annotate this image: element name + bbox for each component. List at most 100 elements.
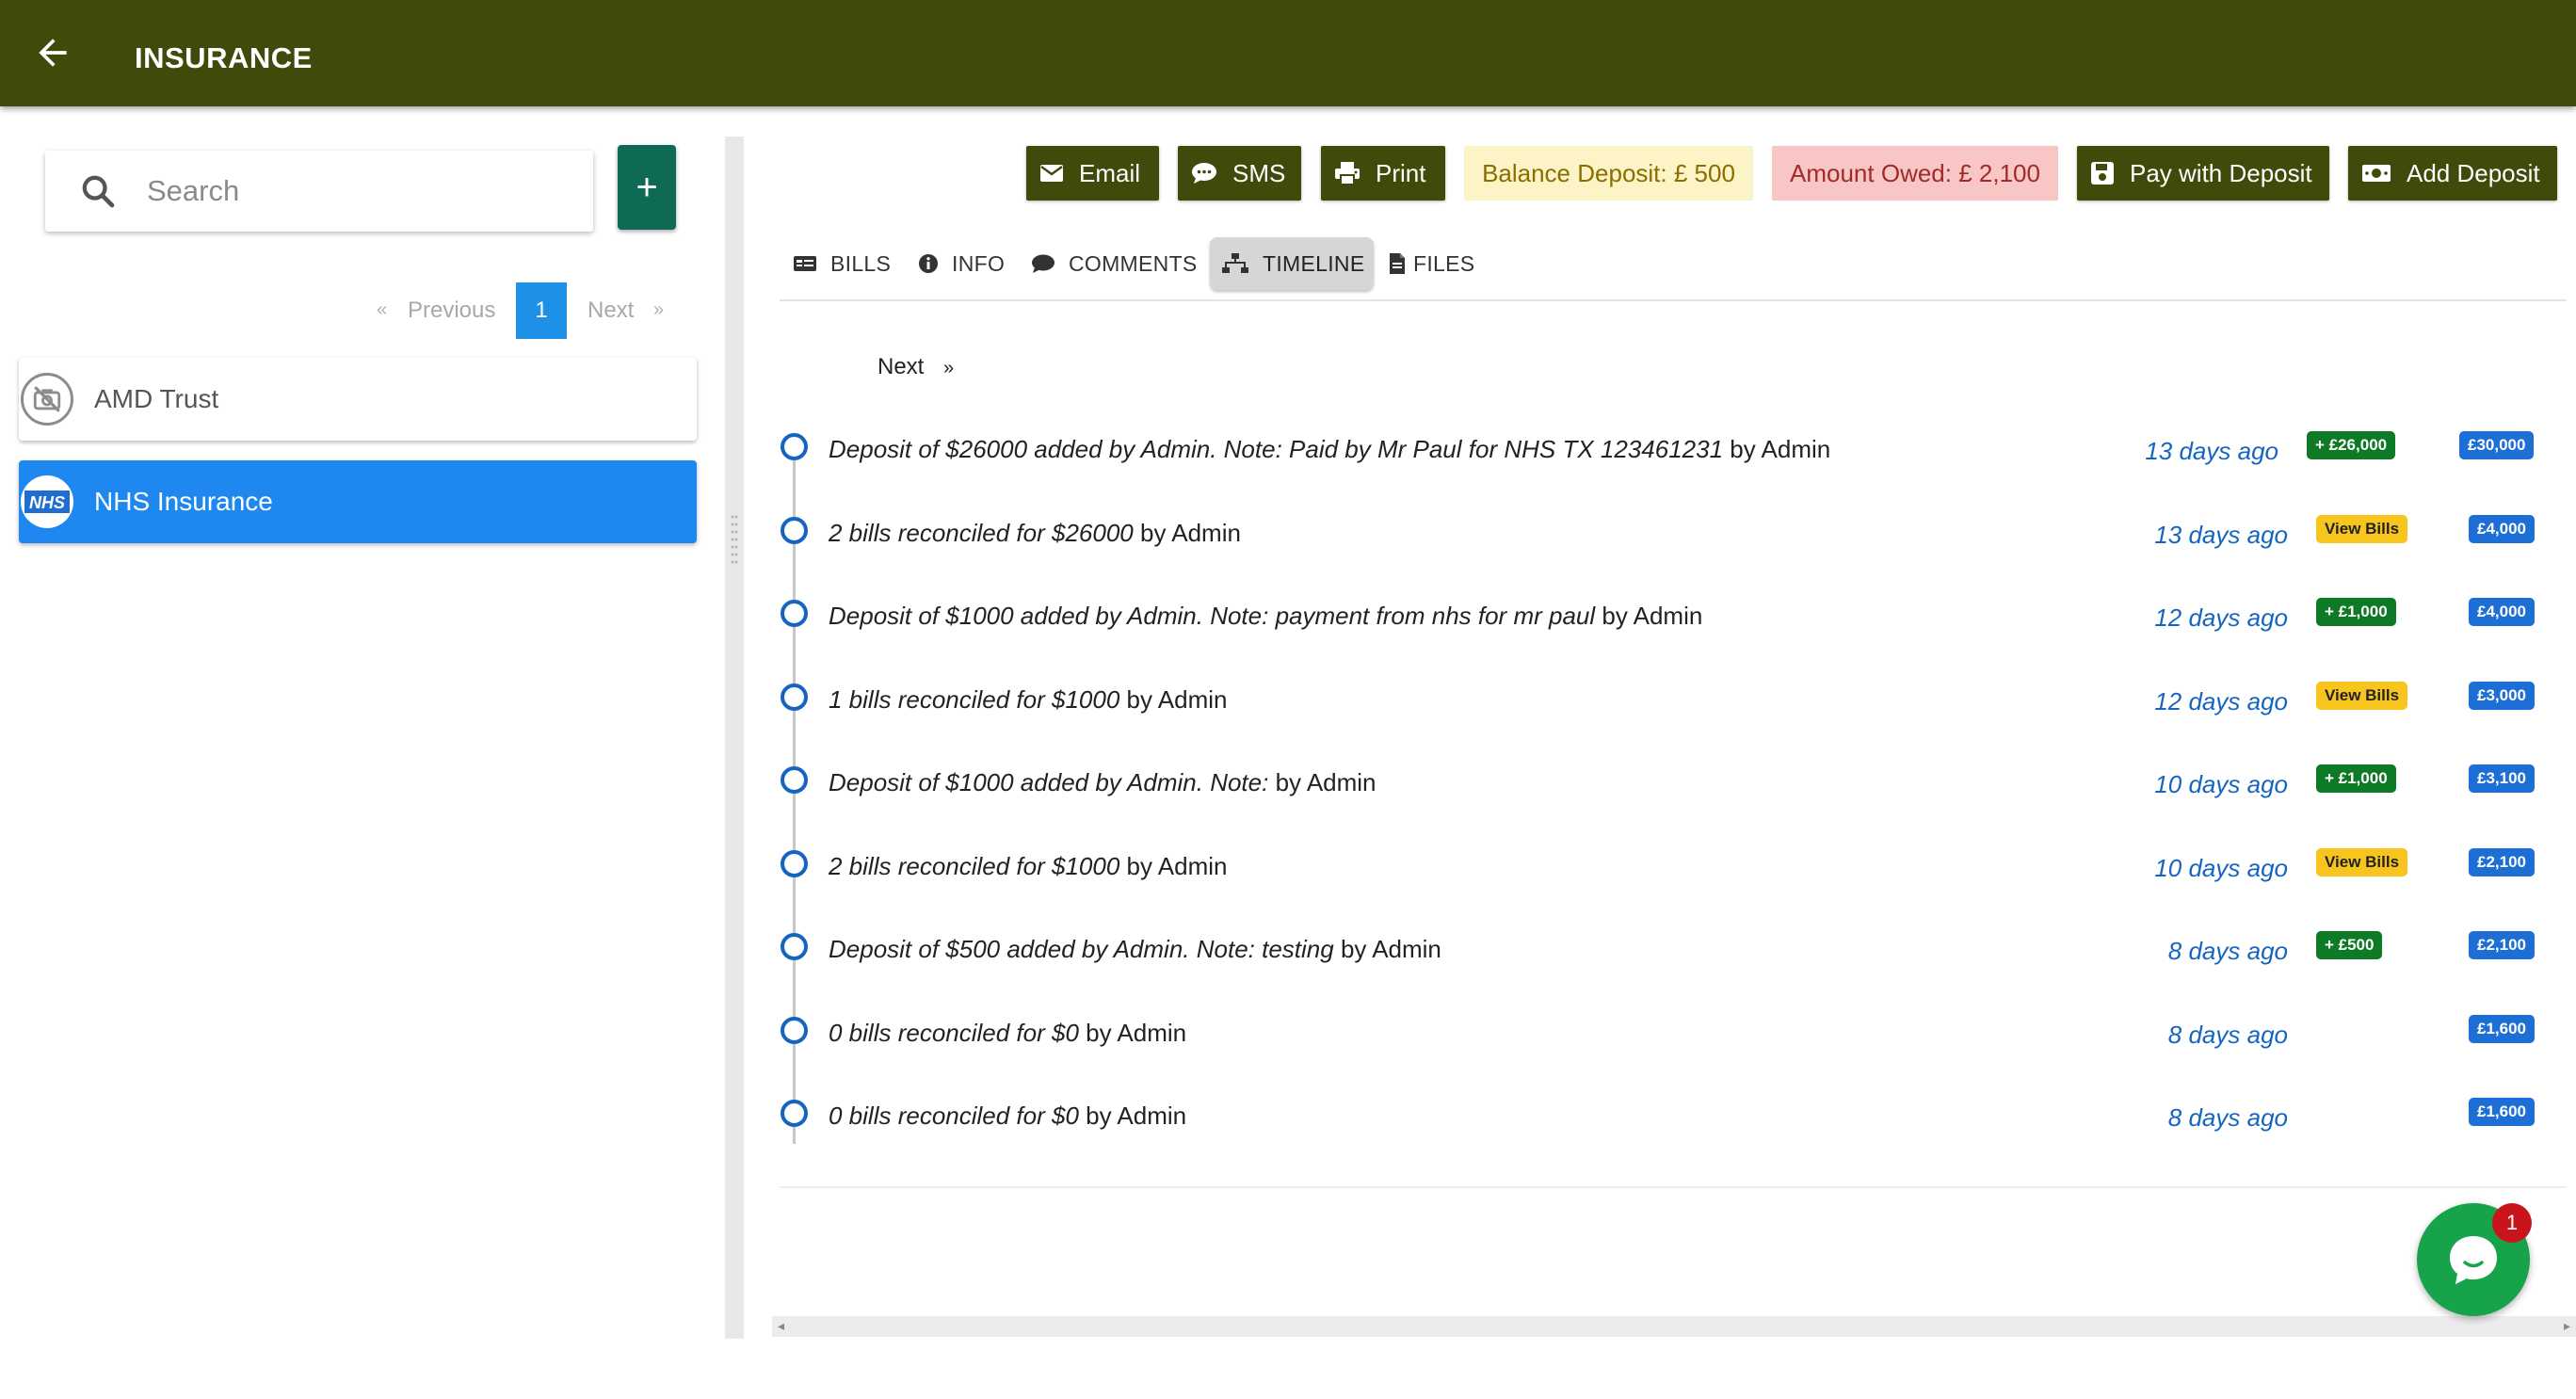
search-icon — [82, 175, 115, 208]
running-balance-badge: £30,000 — [2459, 431, 2535, 459]
account-name: NHS Insurance — [94, 487, 273, 516]
timeline-item-text: 2 bills reconciled for $26000 by Admin — [829, 519, 1241, 548]
running-balance-badge: £3,100 — [2469, 764, 2535, 793]
timeline-item-author: by Admin — [1333, 935, 1441, 963]
timeline-item-time: 8 days ago — [2167, 1021, 2288, 1049]
timeline-item-description: 0 bills reconciled for $0 — [829, 1102, 1079, 1130]
timeline-dot — [781, 850, 808, 877]
content-divider — [780, 1186, 2567, 1188]
info-icon — [918, 253, 939, 274]
comment-icon — [1031, 253, 1055, 274]
timeline-item-text: 2 bills reconciled for $1000 by Admin — [829, 852, 1227, 881]
timeline-dot — [781, 933, 808, 960]
tab-files-label: FILES — [1413, 250, 1475, 276]
bills-icon — [793, 254, 817, 273]
timeline-dot — [781, 1017, 808, 1044]
timeline-item-text: Deposit of $1000 added by Admin. Note: p… — [829, 602, 1702, 631]
tab-info[interactable]: INFO — [918, 237, 1005, 290]
running-balance-badge: £2,100 — [2469, 848, 2535, 876]
timeline-item-description: 0 bills reconciled for $0 — [829, 1019, 1079, 1047]
pagination-previous[interactable]: Previous — [408, 297, 495, 324]
timeline-item: Deposit of $500 added by Admin. Note: te… — [0, 931, 2576, 969]
sms-icon — [1191, 162, 1217, 185]
timeline-item: 0 bills reconciled for $0 by Admin 8 days… — [0, 1015, 2576, 1053]
timeline-item-text: 1 bills reconciled for $1000 by Admin — [829, 685, 1227, 715]
timeline-item: 2 bills reconciled for $26000 by Admin 13… — [0, 515, 2576, 553]
amount-owed-text: Amount Owed: £ 2,100 — [1790, 158, 2040, 187]
timeline-item: Deposit of $1000 added by Admin. Note: p… — [0, 598, 2576, 635]
tab-timeline-label: TIMELINE — [1263, 250, 1365, 276]
save-icon — [2090, 161, 2115, 185]
chat-unread-badge: 1 — [2492, 1203, 2532, 1243]
timeline-item: Deposit of $1000 added by Admin. Note: b… — [0, 764, 2576, 802]
pagination-prev-arrow: « — [377, 299, 388, 320]
chat-bubble-icon — [2450, 1236, 2497, 1284]
timeline-dot — [781, 766, 808, 794]
timeline-item-time: 8 days ago — [2167, 937, 2288, 965]
panel-divider[interactable] — [725, 137, 744, 1339]
pagination-next[interactable]: Next — [588, 297, 634, 324]
search-input[interactable] — [147, 168, 571, 215]
pagination-page-1[interactable]: 1 — [516, 282, 567, 339]
timeline-item: 0 bills reconciled for $0 by Admin 8 days… — [0, 1098, 2576, 1135]
add-account-button[interactable]: + — [618, 145, 676, 230]
view-bills-button[interactable]: View Bills — [2316, 848, 2408, 876]
no-photo-icon — [21, 373, 73, 426]
timeline-dot — [781, 683, 808, 711]
timeline-item-time: 13 days ago — [2154, 521, 2288, 549]
tab-timeline[interactable]: TIMELINE — [1210, 237, 1374, 290]
timeline-dot — [781, 600, 808, 627]
printer-icon — [1334, 161, 1360, 185]
timeline-next-link[interactable]: Next — [877, 354, 924, 380]
tab-comments[interactable]: COMMENTS — [1031, 237, 1198, 290]
timeline-item-author: by Admin — [1133, 519, 1241, 547]
deposit-amount-badge: + £500 — [2316, 931, 2383, 959]
timeline-item-text: Deposit of $500 added by Admin. Note: te… — [829, 935, 1441, 964]
deposit-amount-badge: + £1,000 — [2316, 598, 2396, 626]
timeline-item-author: by Admin — [1119, 852, 1228, 880]
running-balance-badge: £1,600 — [2469, 1098, 2535, 1126]
timeline-item-text: 0 bills reconciled for $0 by Admin — [829, 1102, 1186, 1131]
print-button-label: Print — [1376, 158, 1426, 187]
tab-bills[interactable]: BILLS — [793, 237, 891, 290]
timeline-item-time: 10 days ago — [2154, 854, 2288, 882]
timeline-item: 2 bills reconciled for $1000 by Admin 10 … — [0, 848, 2576, 886]
horizontal-scrollbar[interactable]: ◂ ▸ — [772, 1316, 2576, 1337]
sitemap-icon — [1221, 252, 1249, 275]
timeline-item-description: 1 bills reconciled for $1000 — [829, 685, 1120, 714]
scroll-left-icon[interactable]: ◂ — [778, 1318, 784, 1334]
amount-owed-badge: Amount Owed: £ 2,100 — [1772, 146, 2058, 201]
timeline-item-description: Deposit of $1000 added by Admin. Note: p… — [829, 602, 1596, 630]
add-deposit-button[interactable]: Add Deposit — [2348, 146, 2557, 201]
money-bill-icon — [2361, 163, 2391, 184]
running-balance-badge: £2,100 — [2469, 931, 2535, 959]
pay-with-deposit-button[interactable]: Pay with Deposit — [2077, 146, 2329, 201]
email-button[interactable]: Email — [1026, 146, 1159, 201]
tab-comments-label: COMMENTS — [1069, 250, 1198, 276]
timeline-item-description: Deposit of $1000 added by Admin. Note: — [829, 768, 1269, 796]
tab-files[interactable]: FILES — [1389, 237, 1474, 290]
timeline-item-author: by Admin — [1595, 602, 1703, 630]
sms-button-label: SMS — [1232, 158, 1286, 187]
arrow-left-icon[interactable] — [32, 32, 73, 73]
account-item-amd-trust[interactable]: AMD Trust — [19, 358, 697, 441]
running-balance-badge: £4,000 — [2469, 598, 2535, 626]
timeline-item-text: Deposit of $26000 added by Admin. Note: … — [829, 435, 1830, 464]
pagination-next-arrow: » — [653, 299, 665, 320]
timeline-item: 1 bills reconciled for $1000 by Admin 12 … — [0, 682, 2576, 719]
deposit-amount-badge: + £26,000 — [2307, 431, 2396, 459]
timeline-item-time: 12 days ago — [2154, 687, 2288, 716]
email-button-label: Email — [1079, 158, 1141, 187]
timeline-item-time: 8 days ago — [2167, 1103, 2288, 1132]
timeline-item-author: by Admin — [1078, 1019, 1187, 1047]
view-bills-button[interactable]: View Bills — [2316, 682, 2408, 710]
sms-button[interactable]: SMS — [1178, 146, 1301, 201]
print-button[interactable]: Print — [1321, 146, 1445, 201]
scroll-right-icon[interactable]: ▸ — [2564, 1318, 2570, 1334]
timeline-item-text: Deposit of $1000 added by Admin. Note: b… — [829, 768, 1377, 797]
view-bills-button[interactable]: View Bills — [2316, 515, 2408, 543]
timeline-item: Deposit of $26000 added by Admin. Note: … — [0, 431, 2576, 469]
app-header: INSURANCE — [0, 0, 2576, 106]
tab-bills-label: BILLS — [830, 250, 892, 276]
timeline-item-author: by Admin — [1119, 685, 1228, 714]
